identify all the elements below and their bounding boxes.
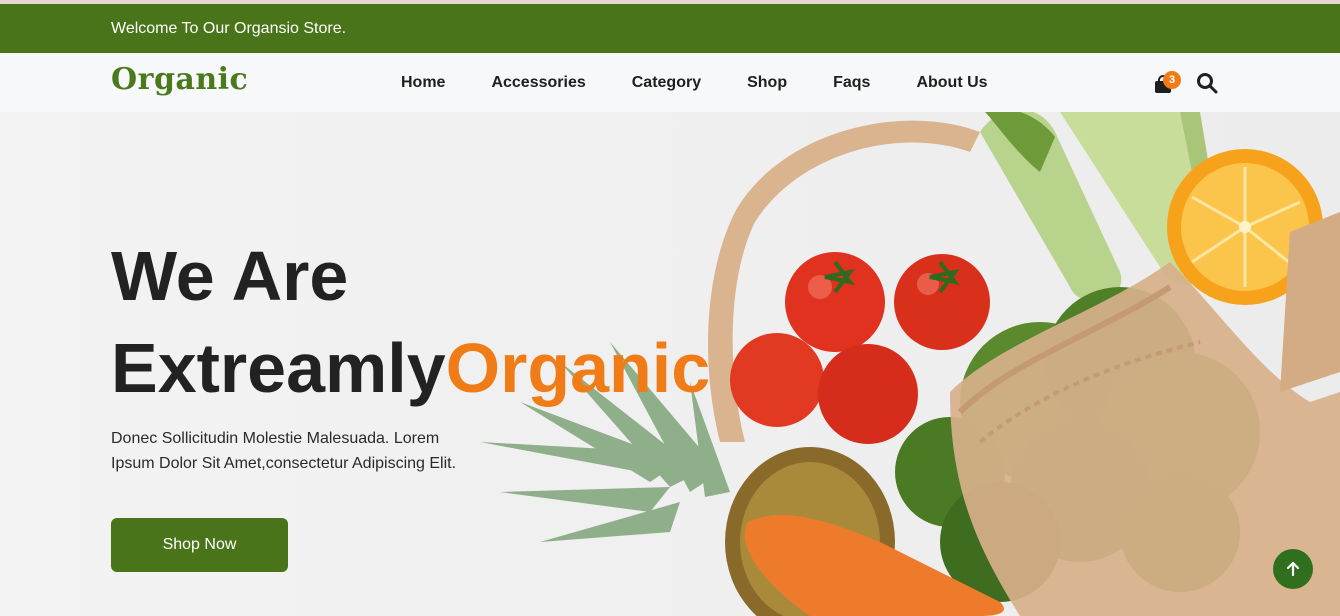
welcome-text: Welcome To Our Organsio Store. [111,20,347,37]
cart-button[interactable]: 3 [1154,71,1184,95]
nav-accessories[interactable]: Accessories [491,74,585,92]
search-button[interactable] [1196,72,1218,94]
cart-count-badge: 3 [1163,71,1181,89]
nav-about-us[interactable]: About Us [916,74,987,92]
hero-title: We Are ExtreamlyOrganic [111,230,710,414]
hero-description: Donec Sollicitudin Molestie Malesuada. L… [111,430,457,472]
nav-home[interactable]: Home [401,74,445,92]
hero-title-line2: Extreamly [111,329,446,407]
hero-title-line1: We Are [111,237,349,315]
main-header: Organic Home Accessories Category Shop F… [0,53,1340,112]
scroll-to-top-button[interactable] [1273,549,1313,589]
nav-category[interactable]: Category [632,74,701,92]
main-nav: Home Accessories Category Shop Faqs Abou… [401,74,988,92]
hero-section: We Are ExtreamlyOrganic Donec Sollicitud… [0,112,1340,616]
nav-shop[interactable]: Shop [747,74,787,92]
nav-faqs[interactable]: Faqs [833,74,870,92]
arrow-up-icon [1286,561,1300,577]
announcement-bar: Welcome To Our Organsio Store. [0,4,1340,53]
hero-title-accent: Organic [445,329,711,407]
search-icon [1197,73,1218,94]
site-logo[interactable]: Organic [111,62,248,97]
shop-now-button[interactable]: Shop Now [111,518,288,572]
